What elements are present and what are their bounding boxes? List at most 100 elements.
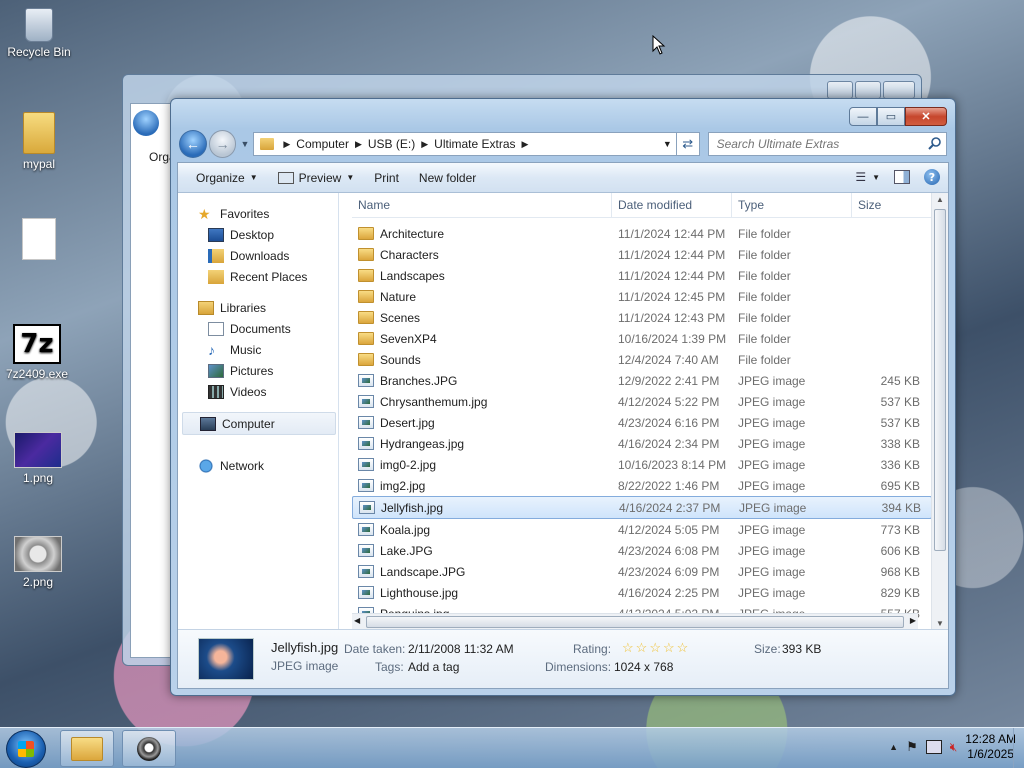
show-desktop-button[interactable] [1013, 728, 1024, 768]
scrollbar-thumb[interactable] [366, 616, 904, 628]
breadcrumb-separator-icon[interactable]: ▶ [283, 139, 290, 150]
explorer-window[interactable]: — ▭ ✕ ← → ▼ ▶ Computer ▶ USB (E:) ▶ Ulti… [170, 98, 956, 696]
scroll-up-icon[interactable]: ▲ [936, 195, 944, 204]
star-icon[interactable]: ☆ [649, 640, 663, 655]
column-header-type[interactable]: Type [732, 193, 852, 217]
scroll-down-icon[interactable]: ▼ [936, 619, 944, 628]
new-folder-button[interactable]: New folder [409, 163, 486, 192]
file-row[interactable]: img2.jpg 8/22/2022 1:46 PM JPEG image 695 K… [352, 475, 932, 496]
nav-computer[interactable]: Computer [182, 412, 336, 435]
minimize-button[interactable]: — [849, 107, 877, 126]
horizontal-scrollbar[interactable]: ◀ ▶ [352, 613, 918, 630]
nav-network[interactable]: Network [178, 455, 338, 476]
back-button[interactable]: ← [179, 130, 207, 158]
address-dropdown-icon[interactable]: ▼ [663, 139, 672, 149]
refresh-button[interactable]: ⇄ [676, 132, 700, 156]
search-icon[interactable] [928, 136, 942, 150]
file-row[interactable]: Architecture 11/1/2024 12:44 PM File folde… [352, 223, 932, 244]
file-row[interactable]: Sounds 12/4/2024 7:40 AM File folder [352, 349, 932, 370]
desktop-icon [208, 227, 224, 242]
file-row[interactable]: Nature 11/1/2024 12:45 PM File folder [352, 286, 932, 307]
organize-button[interactable]: Organize ▼ [178, 163, 268, 192]
desktop-icon-mypal[interactable]: mypal [7, 112, 71, 171]
file-row[interactable]: Lighthouse.jpg 4/16/2024 2:25 PM JPEG imag… [352, 582, 932, 603]
breadcrumb-separator-icon[interactable]: ▶ [421, 139, 428, 150]
close-button[interactable] [883, 81, 915, 99]
file-row[interactable]: Chrysanthemum.jpg 4/12/2024 5:22 PM JPEG i… [352, 391, 932, 412]
help-icon[interactable]: ? [924, 169, 940, 185]
desktop-icon-label: 7z2409.exe [5, 367, 69, 381]
file-row[interactable]: Landscapes 11/1/2024 12:44 PM File folder [352, 265, 932, 286]
taskbar-explorer-button[interactable] [60, 730, 114, 767]
scroll-right-icon[interactable]: ▶ [910, 616, 916, 625]
nav-libraries[interactable]: Libraries [178, 297, 338, 318]
show-hidden-icons-icon[interactable]: ▲ [889, 742, 898, 752]
file-row[interactable]: Landscape.JPG 4/23/2024 6:09 PM JPEG image… [352, 561, 932, 582]
volume-muted-icon[interactable]: 🔇︎ [950, 740, 958, 755]
search-input[interactable] [714, 136, 929, 152]
star-icon[interactable]: ☆ [663, 640, 677, 655]
change-view-button[interactable]: ☰ ▼ [855, 170, 880, 184]
file-name-cell: Characters [352, 248, 612, 262]
nav-favorites[interactable]: ★ Favorites [178, 203, 338, 224]
start-button[interactable] [6, 730, 46, 768]
maximize-button[interactable]: ▭ [877, 107, 905, 126]
vertical-scrollbar[interactable]: ▲ ▼ [931, 193, 948, 630]
nav-recent-places[interactable]: Recent Places [178, 266, 338, 287]
search-box[interactable] [707, 132, 947, 156]
breadcrumb-separator-icon[interactable]: ▶ [355, 139, 362, 150]
file-row[interactable]: Hydrangeas.jpg 4/16/2024 2:34 PM JPEG imag… [352, 433, 932, 454]
file-row[interactable]: Branches.JPG 12/9/2022 2:41 PM JPEG image 2… [352, 370, 932, 391]
nav-downloads[interactable]: Downloads [178, 245, 338, 266]
rating-stars[interactable]: ☆☆☆☆☆ [622, 640, 690, 656]
desktop-icon-1png[interactable]: 1.png [6, 432, 70, 485]
file-row[interactable]: Koala.jpg 4/12/2024 5:05 PM JPEG image 773 … [352, 519, 932, 540]
column-header-size[interactable]: Size [852, 193, 932, 217]
nav-desktop[interactable]: Desktop [178, 224, 338, 245]
taskbar-clock[interactable]: 12:28 AM 1/6/2025 [965, 732, 1016, 762]
scroll-left-icon[interactable]: ◀ [354, 616, 360, 625]
back-arrow-icon[interactable] [133, 110, 159, 136]
desktop-icon-2png[interactable]: 2.png [6, 536, 70, 589]
nav-videos[interactable]: Videos [178, 381, 338, 402]
file-row[interactable]: Scenes 11/1/2024 12:43 PM File folder [352, 307, 932, 328]
breadcrumb-computer[interactable]: Computer [296, 137, 349, 151]
minimize-button[interactable] [827, 81, 853, 99]
file-list[interactable]: Name Date modified Type Size Architectur… [352, 193, 948, 630]
nav-pictures[interactable]: Pictures [178, 360, 338, 381]
file-date: 10/16/2023 8:14 PM [618, 457, 727, 472]
preview-pane-button[interactable] [894, 170, 910, 184]
column-header-name[interactable]: Name [352, 193, 612, 217]
breadcrumb-separator-icon[interactable]: ▶ [522, 139, 529, 150]
star-icon[interactable]: ☆ [622, 640, 636, 655]
forward-button[interactable]: → [208, 130, 237, 158]
star-icon[interactable]: ☆ [636, 640, 650, 655]
desktop-icon-7z2409[interactable]: 7z 7z2409.exe [5, 324, 69, 381]
scrollbar-thumb[interactable] [934, 209, 946, 551]
breadcrumb-ultimate-extras[interactable]: Ultimate Extras [434, 137, 515, 151]
nav-documents[interactable]: Documents [178, 318, 338, 339]
preview-button[interactable]: Preview ▼ [268, 163, 365, 192]
desktop-icon-recycle-bin[interactable]: Recycle Bin [7, 8, 71, 59]
file-row[interactable]: SevenXP4 10/16/2024 1:39 PM File folder [352, 328, 932, 349]
taskbar-mypal-button[interactable] [122, 730, 176, 767]
file-date: 4/23/2024 6:09 PM [618, 564, 720, 579]
address-bar[interactable]: ▶ Computer ▶ USB (E:) ▶ Ultimate Extras … [253, 132, 677, 156]
star-icon[interactable]: ☆ [677, 640, 691, 655]
file-row[interactable]: Characters 11/1/2024 12:44 PM File folder [352, 244, 932, 265]
file-row[interactable]: Jellyfish.jpg 4/16/2024 2:37 PM JPEG image… [352, 496, 932, 519]
close-button[interactable]: ✕ [905, 107, 947, 126]
recent-pages-dropdown[interactable]: ▼ [240, 139, 249, 149]
file-row[interactable]: img0-2.jpg 10/16/2023 8:14 PM JPEG image 33… [352, 454, 932, 475]
column-header-date-modified[interactable]: Date modified [612, 193, 732, 217]
action-center-flag-icon[interactable]: ⚑ [906, 739, 918, 755]
network-tray-icon[interactable] [925, 740, 942, 754]
file-row[interactable]: Desert.jpg 4/23/2024 6:16 PM JPEG image 537… [352, 412, 932, 433]
nav-music[interactable]: ♪ Music [178, 339, 338, 360]
details-tags-value[interactable]: Add a tag [408, 660, 459, 674]
file-row[interactable]: Lake.JPG 4/23/2024 6:08 PM JPEG image 606 K… [352, 540, 932, 561]
desktop-icon-blank-document[interactable] [7, 218, 71, 263]
print-button[interactable]: Print [364, 163, 409, 192]
breadcrumb-usb-drive[interactable]: USB (E:) [368, 137, 415, 151]
maximize-button[interactable] [855, 81, 881, 99]
